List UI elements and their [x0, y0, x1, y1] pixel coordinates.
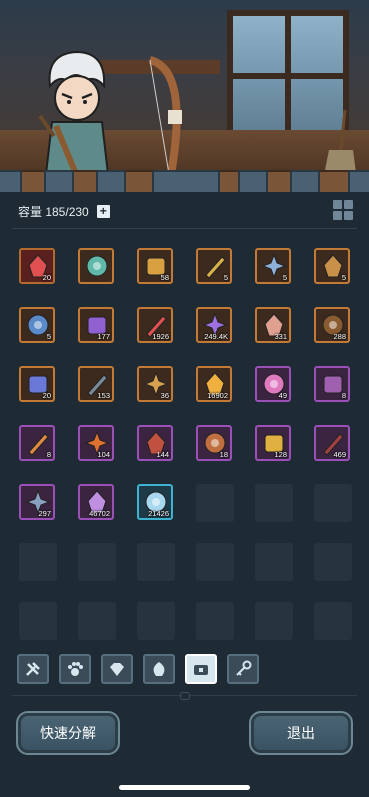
inventory-slot-empty[interactable] [255, 484, 293, 522]
inventory-slot-empty[interactable] [78, 543, 116, 581]
inventory-slot-blue-gem-block[interactable]: 20 [19, 366, 55, 402]
item-quantity: 5 [223, 273, 228, 282]
grid-view-button[interactable] [333, 200, 353, 220]
item-quantity: 20 [42, 273, 51, 282]
item-quantity: 331 [274, 332, 287, 341]
inventory-slot-empty[interactable] [19, 543, 57, 581]
gem-icon [110, 663, 124, 676]
item-quantity: 46702 [89, 509, 110, 518]
inventory-slot-red-crystal-shards[interactable]: 1926 [137, 307, 173, 343]
item-quantity: 16902 [207, 391, 228, 400]
inventory-slot-mystery-chest-gold[interactable]: 18 [196, 425, 232, 461]
grid-cell [344, 211, 353, 220]
item-quantity: 5 [341, 273, 346, 282]
home-indicator[interactable] [119, 785, 250, 790]
inventory-slot-empty[interactable] [19, 602, 57, 640]
inventory-slot-crystal-goblet[interactable]: 5 [255, 248, 291, 284]
inventory-slot-water-drop-crystal[interactable]: 21426 [137, 484, 173, 520]
inventory-slot-pink-rabbit-token[interactable]: 49 [255, 366, 291, 402]
filter-tab-paw[interactable] [59, 654, 91, 684]
inventory-slot-mystery-chest[interactable]: 144 [137, 425, 173, 461]
inventory-slot-empty[interactable] [78, 602, 116, 640]
expand-capacity-button[interactable]: + [96, 204, 110, 218]
bow-prop [148, 56, 182, 180]
item-quantity: 177 [97, 332, 110, 341]
quick-dismantle-button[interactable]: 快速分解 [16, 711, 120, 755]
item-quantity: 469 [333, 450, 346, 459]
grid-cell [333, 200, 342, 209]
inventory-slot-empty[interactable] [255, 602, 293, 640]
inventory-slot-steel-gear[interactable]: 297 [19, 484, 55, 520]
inventory-slot-crossed-swords[interactable]: 36 [137, 366, 173, 402]
teal-ore-block-icon [86, 255, 108, 277]
inventory-slot-golden-urn[interactable]: 58 [137, 248, 173, 284]
capacity-row: 容量 185/230 + [18, 203, 110, 219]
inventory-slot-empty[interactable] [314, 484, 352, 522]
inventory-slot-empty[interactable] [137, 543, 175, 581]
paw-icon [68, 662, 83, 676]
filter-tab-gem[interactable] [101, 654, 133, 684]
key-icon [236, 660, 252, 676]
inventory-slot-golden-staff[interactable]: 5 [196, 248, 232, 284]
inventory-slot-empty[interactable] [196, 484, 234, 522]
item-quantity: 1926 [152, 332, 169, 341]
item-quantity: 36 [160, 391, 169, 400]
grid-cell [344, 200, 353, 209]
inventory-slot-teal-ore-block[interactable] [78, 248, 114, 284]
item-quantity: 49 [278, 391, 287, 400]
item-quantity: 249.4K [204, 332, 228, 341]
inventory-slot-fire-lantern[interactable]: 104 [78, 425, 114, 461]
hero-banner [0, 0, 369, 180]
filter-tab-tools[interactable] [17, 654, 49, 684]
inventory-slot-jeweled-scepter[interactable]: 5 [314, 248, 350, 284]
exit-button[interactable]: 退出 [249, 711, 353, 755]
filter-tab-key[interactable] [227, 654, 259, 684]
filter-tab-chest[interactable] [185, 654, 217, 684]
inventory-slot-empty[interactable] [255, 543, 293, 581]
chest-icon [194, 665, 208, 675]
item-quantity: 5 [282, 273, 287, 282]
item-quantity: 18 [219, 450, 228, 459]
item-quantity: 297 [38, 509, 51, 518]
inventory-slot-orange-potion[interactable]: 8 [19, 425, 55, 461]
inventory-slot-red-crystal[interactable]: 20 [19, 248, 55, 284]
inventory-slot-golden-key[interactable]: 128 [255, 425, 291, 461]
leaf-icon [153, 662, 165, 676]
item-quantity: 8 [46, 450, 51, 459]
inventory-slot-empty[interactable] [314, 602, 352, 640]
separator [12, 692, 357, 700]
archer-character [38, 50, 110, 174]
inventory-slot-iron-cauldron[interactable]: 153 [78, 366, 114, 402]
inventory-slot-purple-crystals[interactable]: 249.4K [196, 307, 232, 343]
item-quantity: 20 [42, 391, 51, 400]
inventory-slot-green-orb-sack[interactable]: 288 [314, 307, 350, 343]
separator-ornament [180, 692, 190, 700]
item-quantity: 58 [160, 273, 169, 282]
capacity-label: 容量 185/230 [18, 204, 89, 219]
inventory-slot-purple-rune-stone[interactable]: 177 [78, 307, 114, 343]
item-quantity: 288 [333, 332, 346, 341]
item-quantity: 8 [341, 391, 346, 400]
item-quantity: 153 [97, 391, 110, 400]
inventory-slot-pink-seed-pouch[interactable]: 331 [255, 307, 291, 343]
divider [12, 228, 357, 229]
filter-tab-leaf[interactable] [143, 654, 175, 684]
inventory-slot-purple-loot-bag[interactable]: 8 [314, 366, 350, 402]
tools-icon [26, 662, 40, 676]
grid-cell [333, 211, 342, 220]
item-quantity: 21426 [148, 509, 169, 518]
item-quantity: 144 [156, 450, 169, 459]
inventory-slot-blue-gear-emblem[interactable]: 5 [19, 307, 55, 343]
inventory-slot-empty[interactable] [314, 543, 352, 581]
item-quantity: 104 [97, 450, 110, 459]
inventory-slot-empty[interactable] [137, 602, 175, 640]
item-quantity: 128 [274, 450, 287, 459]
inventory-slot-golden-star-shards[interactable]: 16902 [196, 366, 232, 402]
inventory-slot-empty[interactable] [196, 543, 234, 581]
inventory-slot-herb-bowl[interactable]: 469 [314, 425, 350, 461]
inventory-slot-empty[interactable] [196, 602, 234, 640]
item-quantity: 5 [46, 332, 51, 341]
inventory-slot-purple-claw[interactable]: 46702 [78, 484, 114, 520]
